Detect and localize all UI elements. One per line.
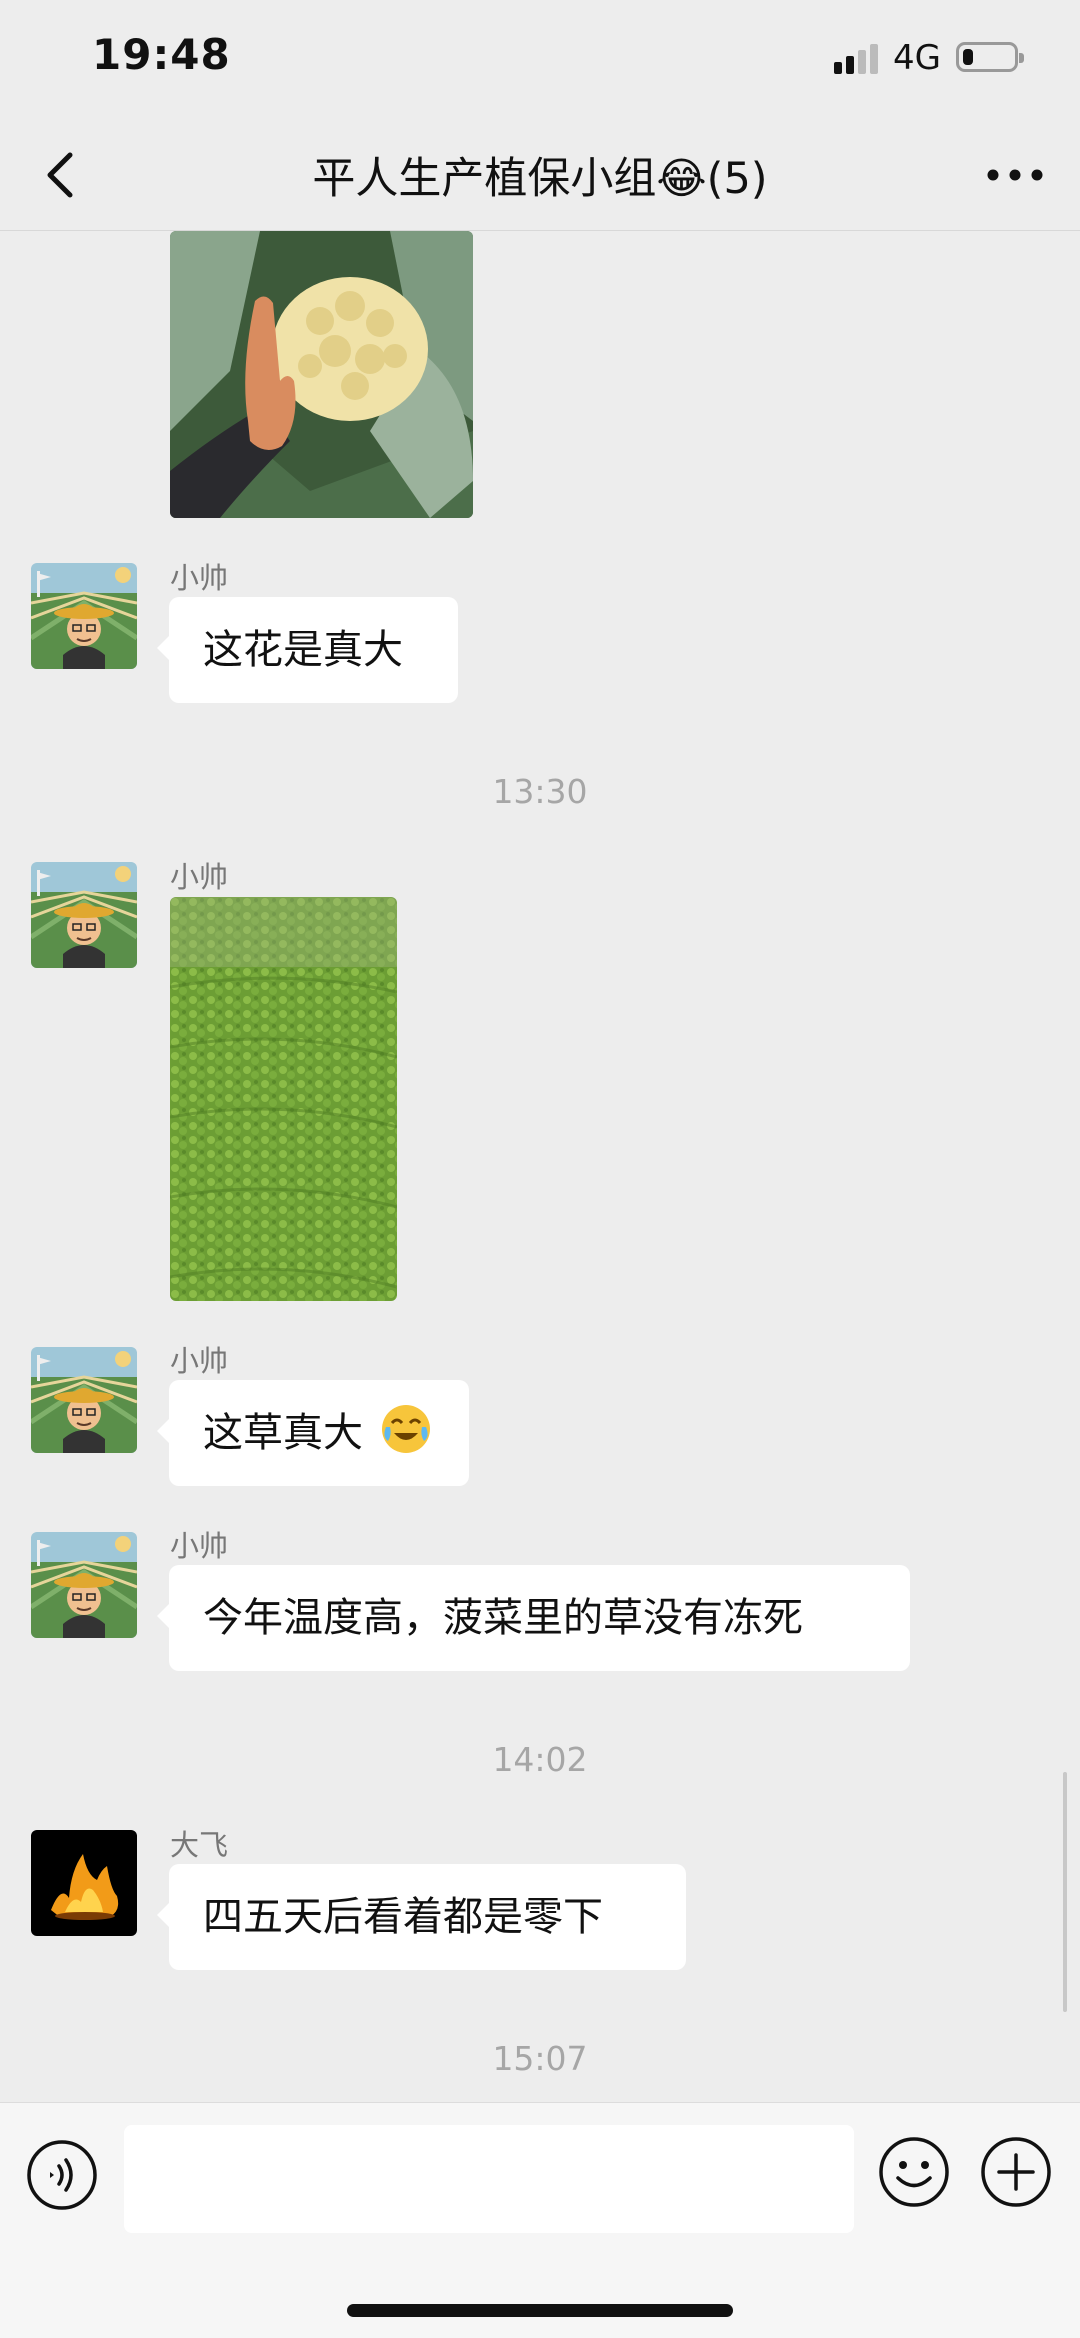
sender-name: 小帅 bbox=[170, 561, 229, 595]
image-message-cauliflower[interactable] bbox=[170, 231, 473, 518]
message-text: 今年温度高，菠菜里的草没有冻死 bbox=[203, 1595, 803, 1641]
chat-header: 平人生产植保小组😂(5) bbox=[0, 120, 1080, 231]
network-type: 4G bbox=[893, 38, 941, 78]
image-message-field[interactable] bbox=[170, 897, 397, 1301]
sender-name: 小帅 bbox=[170, 860, 229, 894]
avatar[interactable] bbox=[31, 1532, 137, 1638]
sender-name: 小帅 bbox=[170, 1344, 229, 1378]
signal-icon bbox=[834, 44, 878, 74]
chevron-left-icon[interactable] bbox=[28, 140, 98, 210]
avatar[interactable] bbox=[31, 1830, 137, 1936]
battery-level bbox=[963, 49, 973, 65]
avatar[interactable] bbox=[31, 1347, 137, 1453]
message-text: 这花是真大 bbox=[203, 627, 403, 673]
timestamp: 13:30 bbox=[492, 772, 588, 811]
home-indicator bbox=[347, 2304, 733, 2317]
message-text: 这草真大 bbox=[203, 1410, 363, 1456]
sender-name: 小帅 bbox=[170, 1529, 229, 1563]
plus-circle-icon[interactable] bbox=[980, 2136, 1052, 2208]
input-toolbar bbox=[0, 2102, 1080, 2338]
chat-title: 平人生产植保小组😂(5) bbox=[312, 154, 768, 204]
timestamp: 15:07 bbox=[492, 2039, 588, 2078]
smile-icon[interactable] bbox=[877, 2135, 951, 2209]
message-bubble[interactable]: 这草真大 bbox=[157, 1380, 469, 1486]
avatar[interactable] bbox=[31, 563, 137, 669]
voice-icon[interactable] bbox=[26, 2139, 98, 2211]
battery-icon bbox=[956, 42, 1024, 72]
more-dots-icon[interactable] bbox=[975, 150, 1055, 200]
status-time: 19:48 bbox=[92, 30, 231, 79]
message-bubble[interactable]: 四五天后看着都是零下 bbox=[157, 1864, 686, 1970]
crying-laughing-emoji-icon bbox=[381, 1405, 430, 1453]
sender-name: 大飞 bbox=[170, 1828, 229, 1862]
scrollbar[interactable] bbox=[1063, 1772, 1067, 2012]
timestamp: 14:02 bbox=[492, 1740, 588, 1779]
message-input[interactable] bbox=[124, 2125, 854, 2233]
message-bubble[interactable]: 这花是真大 bbox=[157, 597, 458, 703]
message-bubble[interactable]: 今年温度高，菠菜里的草没有冻死 bbox=[157, 1565, 910, 1671]
avatar[interactable] bbox=[31, 862, 137, 968]
message-text: 四五天后看着都是零下 bbox=[203, 1894, 603, 1940]
status-bar: 19:48 4G bbox=[0, 0, 1080, 120]
